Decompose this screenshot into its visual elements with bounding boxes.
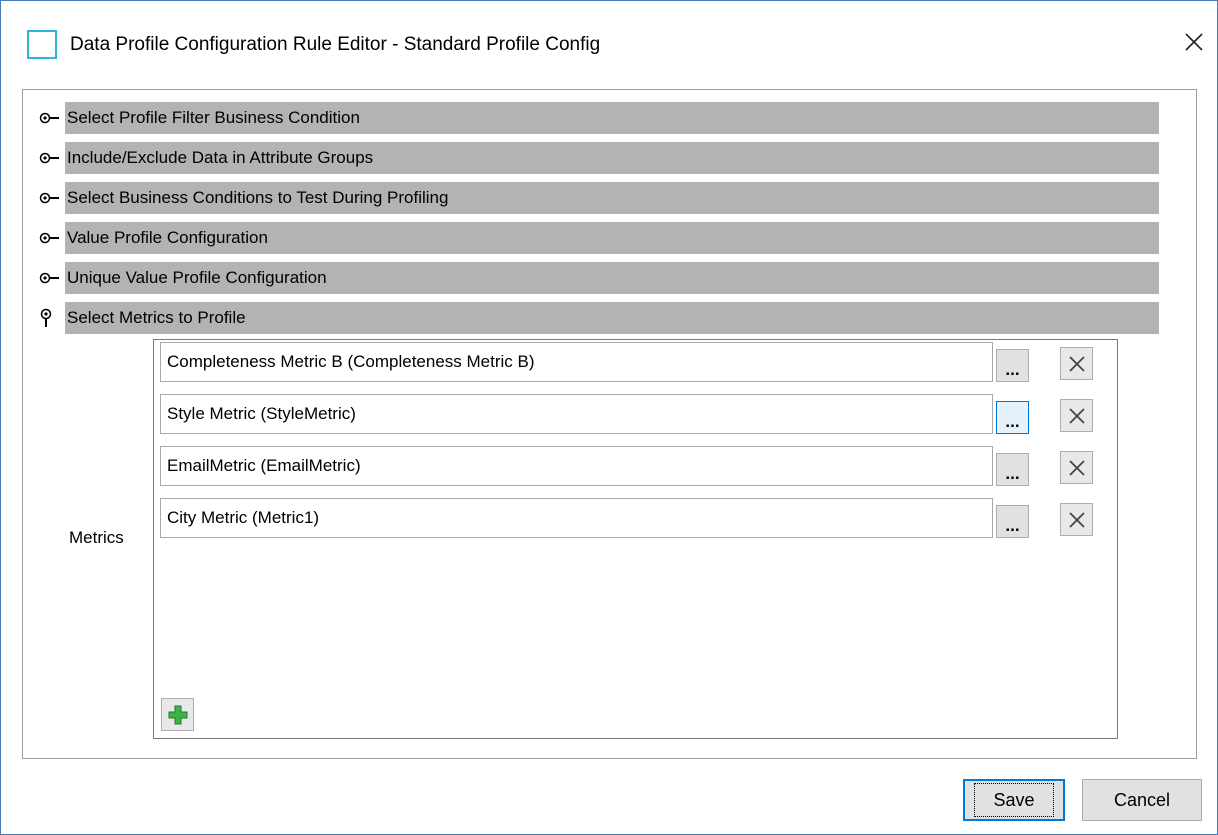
metric-value-field[interactable]: City Metric (Metric1): [160, 498, 993, 538]
metric-row: Completeness Metric B (Completeness Metr…: [160, 342, 1110, 382]
metric-row: EmailMetric (EmailMetric) ...: [160, 446, 1110, 486]
title-bar: Data Profile Configuration Rule Editor -…: [1, 1, 1217, 79]
close-button[interactable]: [1177, 25, 1211, 59]
section-header-label[interactable]: Select Business Conditions to Test Durin…: [65, 182, 1159, 214]
cancel-button[interactable]: Cancel: [1082, 779, 1202, 821]
add-metric-button[interactable]: [161, 698, 194, 731]
save-button[interactable]: Save: [963, 779, 1065, 821]
section-attribute-groups[interactable]: Include/Exclude Data in Attribute Groups: [35, 142, 1159, 174]
section-header-label[interactable]: Select Metrics to Profile: [65, 302, 1159, 334]
expand-key-icon[interactable]: [35, 222, 65, 254]
remove-x-icon: [1068, 459, 1085, 476]
window-title: Data Profile Configuration Rule Editor -…: [70, 34, 601, 55]
remove-x-icon: [1068, 407, 1085, 424]
section-header-label[interactable]: Include/Exclude Data in Attribute Groups: [65, 142, 1159, 174]
metric-value-field[interactable]: EmailMetric (EmailMetric): [160, 446, 993, 486]
remove-button[interactable]: [1060, 347, 1093, 380]
section-select-metrics[interactable]: Select Metrics to Profile: [35, 302, 1159, 334]
remove-button[interactable]: [1060, 399, 1093, 432]
browse-button[interactable]: ...: [996, 453, 1029, 486]
section-header-label[interactable]: Value Profile Configuration: [65, 222, 1159, 254]
metric-row: Style Metric (StyleMetric) ...: [160, 394, 1110, 434]
app-icon: [27, 30, 57, 59]
expand-key-icon[interactable]: [35, 102, 65, 134]
plus-icon: [168, 705, 187, 724]
browse-button[interactable]: ...: [996, 505, 1029, 538]
remove-button[interactable]: [1060, 503, 1093, 536]
section-header-label[interactable]: Select Profile Filter Business Condition: [65, 102, 1159, 134]
section-business-conditions[interactable]: Select Business Conditions to Test Durin…: [35, 182, 1159, 214]
expand-key-icon[interactable]: [35, 262, 65, 294]
expand-key-icon[interactable]: [35, 142, 65, 174]
browse-button[interactable]: ...: [996, 349, 1029, 382]
section-value-profile[interactable]: Value Profile Configuration: [35, 222, 1159, 254]
browse-button[interactable]: ...: [996, 401, 1029, 434]
expand-key-icon[interactable]: [35, 182, 65, 214]
close-icon: [1185, 33, 1203, 51]
section-profile-filter[interactable]: Select Profile Filter Business Condition: [35, 102, 1159, 134]
remove-x-icon: [1068, 355, 1085, 372]
remove-x-icon: [1068, 511, 1085, 528]
metric-value-field[interactable]: Completeness Metric B (Completeness Metr…: [160, 342, 993, 382]
remove-button[interactable]: [1060, 451, 1093, 484]
save-button-label: Save: [974, 783, 1054, 817]
editor-panel: Select Profile Filter Business Condition…: [22, 89, 1197, 759]
metric-value-field[interactable]: Style Metric (StyleMetric): [160, 394, 993, 434]
collapse-key-icon[interactable]: [35, 302, 65, 334]
metric-row: City Metric (Metric1) ...: [160, 498, 1110, 538]
metrics-label: Metrics: [69, 528, 124, 547]
section-unique-value-profile[interactable]: Unique Value Profile Configuration: [35, 262, 1159, 294]
section-header-label[interactable]: Unique Value Profile Configuration: [65, 262, 1159, 294]
dialog-window: Data Profile Configuration Rule Editor -…: [0, 0, 1218, 835]
metrics-list: Completeness Metric B (Completeness Metr…: [153, 339, 1118, 739]
